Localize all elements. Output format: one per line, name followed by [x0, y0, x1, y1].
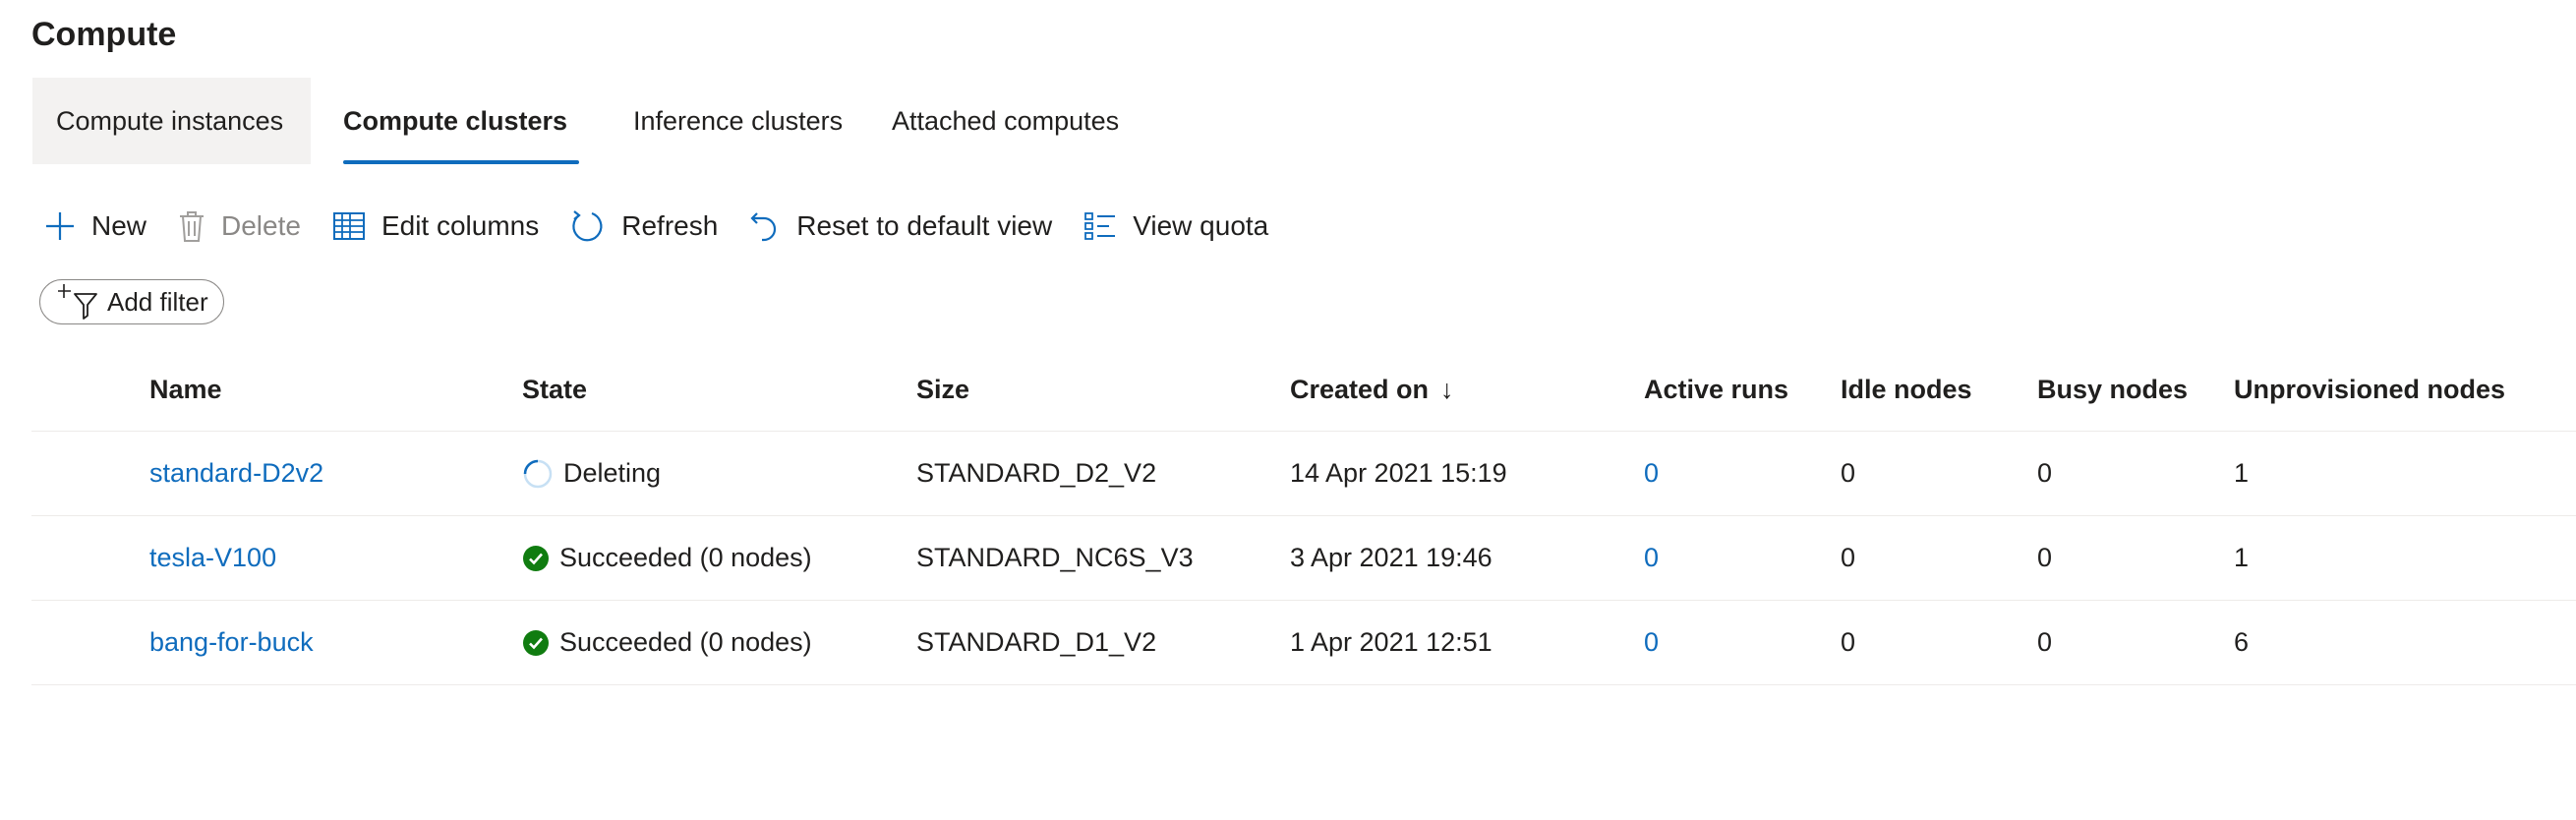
active-runs-link[interactable]: 0: [1644, 516, 1659, 600]
delete-button[interactable]: Delete: [178, 209, 301, 243]
size-cell: STANDARD_NC6S_V3: [916, 543, 1194, 572]
created-on-cell: 14 Apr 2021 15:19: [1290, 458, 1507, 488]
state-cell: Succeeded (0 nodes): [522, 601, 812, 684]
tab-label: Compute instances: [56, 105, 284, 136]
selected-tab-indicator: [343, 160, 579, 164]
view-quota-label: View quota: [1133, 210, 1269, 241]
add-filter-icon: [58, 284, 97, 320]
tab-attached-computes[interactable]: Attached computes: [892, 78, 1147, 164]
refresh-button[interactable]: Refresh: [570, 208, 718, 244]
state-cell: Succeeded (0 nodes): [522, 516, 812, 600]
idle-nodes-cell: 0: [1841, 627, 1856, 657]
page-title: Compute: [31, 16, 177, 53]
table-columns-icon: [332, 212, 365, 240]
size-cell: STANDARD_D1_V2: [916, 627, 1157, 657]
busy-nodes-cell: 0: [2037, 627, 2053, 657]
undo-icon: [750, 212, 777, 242]
table-row[interactable]: standard-D2v2 Deleting STANDARD_D2_V2 14…: [31, 432, 2576, 516]
add-filter-label: Add filter: [107, 286, 208, 317]
unprovisioned-nodes-cell: 1: [2234, 458, 2250, 488]
table-row[interactable]: bang-for-buck Succeeded (0 nodes) STANDA…: [31, 601, 2576, 685]
created-on-cell: 1 Apr 2021 12:51: [1290, 627, 1493, 657]
column-header-state[interactable]: State: [522, 349, 587, 431]
state-label: Succeeded (0 nodes): [559, 543, 812, 572]
sort-descending-icon: ↓: [1440, 375, 1454, 404]
column-header-created-on[interactable]: Created on ↓: [1290, 349, 1454, 431]
tab-inference-clusters[interactable]: Inference clusters: [633, 78, 845, 164]
reset-label: Reset to default view: [796, 210, 1053, 241]
column-header-active-runs[interactable]: Active runs: [1644, 349, 1788, 431]
created-on-cell: 3 Apr 2021 19:46: [1290, 543, 1493, 572]
table-row[interactable]: tesla-V100 Succeeded (0 nodes) STANDARD_…: [31, 516, 2576, 601]
new-button[interactable]: New: [44, 210, 146, 242]
busy-nodes-cell: 0: [2037, 458, 2053, 488]
compute-clusters-table: Name State Size Created on ↓ Active runs…: [31, 349, 2576, 685]
tab-compute-clusters[interactable]: Compute clusters: [343, 78, 579, 164]
column-header-idle-nodes[interactable]: Idle nodes: [1841, 349, 1972, 431]
edit-columns-button[interactable]: Edit columns: [332, 210, 539, 242]
add-icon: [46, 212, 74, 240]
cluster-name-link[interactable]: tesla-V100: [149, 516, 276, 600]
new-label: New: [91, 210, 147, 241]
size-cell: STANDARD_D2_V2: [916, 458, 1157, 488]
refresh-icon: [572, 210, 603, 242]
tab-label: Inference clusters: [633, 105, 844, 136]
refresh-label: Refresh: [621, 210, 719, 241]
delete-label: Delete: [221, 210, 301, 241]
column-header-label: Created on: [1290, 375, 1430, 404]
reset-view-button[interactable]: Reset to default view: [749, 209, 1052, 243]
busy-nodes-cell: 0: [2037, 543, 2053, 572]
unprovisioned-nodes-cell: 6: [2234, 627, 2250, 657]
tab-compute-instances[interactable]: Compute instances: [32, 78, 311, 164]
view-quota-button[interactable]: View quota: [1083, 210, 1268, 242]
success-check-icon: [522, 545, 550, 572]
tab-label: Attached computes: [892, 105, 1120, 136]
command-bar: New Delete Edit columns Refresh Reset to…: [44, 203, 1300, 250]
active-runs-link[interactable]: 0: [1644, 601, 1659, 684]
active-runs-link[interactable]: 0: [1644, 432, 1659, 515]
idle-nodes-cell: 0: [1841, 543, 1856, 572]
state-label: Succeeded (0 nodes): [559, 627, 812, 657]
state-label: Deleting: [563, 458, 662, 488]
spinner-icon: [522, 458, 554, 490]
add-filter-button[interactable]: Add filter: [39, 279, 224, 324]
unprovisioned-nodes-cell: 1: [2234, 543, 2250, 572]
table-header: Name State Size Created on ↓ Active runs…: [31, 349, 2576, 432]
column-header-size[interactable]: Size: [916, 349, 969, 431]
column-header-unprovisioned-nodes[interactable]: Unprovisioned nodes: [2234, 349, 2505, 431]
tab-label: Compute clusters: [343, 105, 568, 136]
column-header-busy-nodes[interactable]: Busy nodes: [2037, 349, 2188, 431]
idle-nodes-cell: 0: [1841, 458, 1856, 488]
cluster-name-link[interactable]: standard-D2v2: [149, 432, 323, 515]
edit-columns-label: Edit columns: [381, 210, 540, 241]
state-cell: Deleting: [522, 432, 661, 515]
cluster-name-link[interactable]: bang-for-buck: [149, 601, 314, 684]
list-icon: [1084, 212, 1116, 240]
column-header-name[interactable]: Name: [149, 349, 222, 431]
trash-icon: [180, 211, 205, 242]
tab-bar: Compute instances Compute clusters Infer…: [32, 78, 1147, 166]
success-check-icon: [522, 629, 550, 657]
